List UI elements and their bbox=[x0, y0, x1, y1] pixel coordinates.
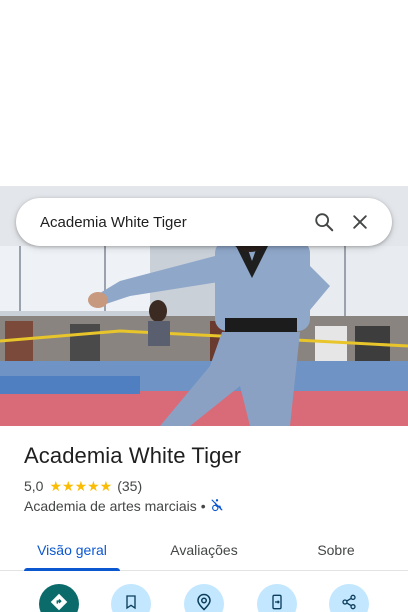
search-input[interactable]: Academia White Tiger bbox=[40, 214, 306, 231]
tab-overview-label: Visão geral bbox=[37, 542, 107, 558]
tab-about[interactable]: Sobre bbox=[264, 530, 408, 570]
rating-stars: ★★★★★ bbox=[49, 477, 113, 494]
action-row bbox=[0, 584, 408, 612]
category-row: Academia de artes marciais • bbox=[24, 496, 394, 516]
rating-value: 5,0 bbox=[24, 478, 44, 494]
place-category: Academia de artes marciais bbox=[24, 498, 197, 514]
close-icon[interactable] bbox=[342, 204, 378, 240]
tab-about-label: Sobre bbox=[317, 542, 355, 558]
tab-reviews[interactable]: Avaliações bbox=[144, 530, 264, 570]
tab-reviews-label: Avaliações bbox=[170, 542, 238, 558]
tab-bar: Visão geral Avaliações Sobre bbox=[0, 530, 408, 571]
share-icon bbox=[341, 594, 357, 612]
nearby-button[interactable] bbox=[184, 584, 224, 612]
directions-icon bbox=[49, 592, 69, 612]
separator: • bbox=[200, 498, 206, 514]
place-title: Academia White Tiger bbox=[24, 443, 242, 468]
blank-map-area bbox=[0, 0, 408, 186]
rating-row[interactable]: 5,0 ★★★★★ (35) bbox=[24, 476, 394, 496]
not-wheelchair-accessible-icon bbox=[210, 498, 224, 515]
share-button[interactable] bbox=[329, 584, 369, 612]
tab-overview[interactable]: Visão geral bbox=[0, 530, 144, 571]
review-count: (35) bbox=[117, 478, 143, 494]
send-to-phone-icon bbox=[269, 594, 285, 612]
place-info: Academia White Tiger 5,0 ★★★★★ (35) Acad… bbox=[24, 440, 394, 516]
search-icon[interactable] bbox=[306, 204, 342, 240]
search-bar[interactable]: Academia White Tiger bbox=[16, 198, 392, 246]
bookmark-icon bbox=[123, 594, 139, 612]
send-to-phone-button[interactable] bbox=[257, 584, 297, 612]
directions-button[interactable] bbox=[39, 584, 79, 612]
nearby-icon bbox=[195, 593, 213, 612]
save-button[interactable] bbox=[111, 584, 151, 612]
